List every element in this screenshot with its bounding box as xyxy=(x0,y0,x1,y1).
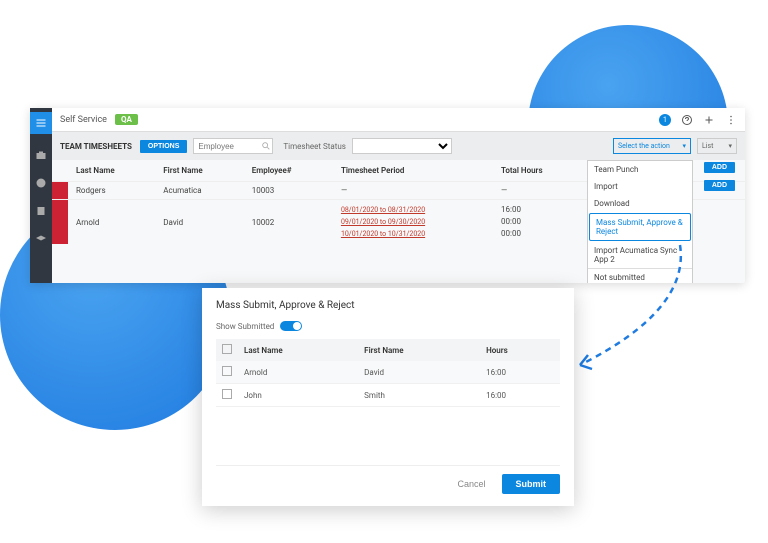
topbar: Self Service QA 1 xyxy=(52,108,745,132)
modal-title: Mass Submit, Approve & Reject xyxy=(216,300,560,311)
mcol-last[interactable]: Last Name xyxy=(238,339,358,361)
app-title: Self Service xyxy=(60,115,107,125)
add-button[interactable]: ADD xyxy=(704,162,735,173)
chevron-down-icon: ▾ xyxy=(728,142,732,150)
cancel-button[interactable]: Cancel xyxy=(449,474,493,494)
options-button[interactable]: OPTIONS xyxy=(140,140,188,153)
qa-badge: QA xyxy=(115,114,138,125)
period-link[interactable]: 09/01/2020 to 09/30/2020 xyxy=(341,216,485,228)
col-last-name[interactable]: Last Name xyxy=(68,160,155,182)
dd-mass-submit[interactable]: Mass Submit, Approve & Reject xyxy=(589,213,691,241)
list-view-select[interactable]: List ▾ xyxy=(697,138,737,154)
mass-submit-modal: Mass Submit, Approve & Reject Show Submi… xyxy=(202,288,574,506)
row-checkbox[interactable] xyxy=(222,389,232,399)
nav-icon-building[interactable] xyxy=(34,204,48,218)
modal-row[interactable]: John Smith 16:00 xyxy=(216,384,560,407)
modal-row[interactable]: Arnold David 16:00 xyxy=(216,361,560,384)
mcol-hours[interactable]: Hours xyxy=(480,339,560,361)
help-icon[interactable] xyxy=(681,114,693,126)
dd-not-submitted[interactable]: Not submitted xyxy=(588,268,692,283)
period-link[interactable]: 10/01/2020 to 10/31/2020 xyxy=(341,228,485,240)
col-first-name[interactable]: First Name xyxy=(155,160,243,182)
modal-table: Last Name First Name Hours Arnold David … xyxy=(216,339,560,407)
submit-button[interactable]: Submit xyxy=(502,474,561,494)
left-nav-rail xyxy=(30,108,52,283)
show-submitted-toggle[interactable] xyxy=(280,321,302,331)
more-icon[interactable] xyxy=(725,114,737,126)
chevron-down-icon: ▾ xyxy=(682,142,686,150)
menu-button[interactable] xyxy=(30,112,52,134)
col-total-hours[interactable]: Total Hours xyxy=(493,160,585,182)
action-select[interactable]: Select the action ▾ xyxy=(613,138,691,154)
col-employee-no[interactable]: Employee# xyxy=(244,160,333,182)
status-label: Timesheet Status xyxy=(283,142,345,151)
dd-import-acumatica[interactable]: Import Acumatica Sync App 2 xyxy=(588,242,692,268)
row-checkbox[interactable] xyxy=(222,366,232,376)
search-icon xyxy=(261,141,271,151)
section-title: TEAM TIMESHEETS xyxy=(60,142,132,151)
dd-import[interactable]: Import xyxy=(588,178,692,195)
nav-icon-briefcase[interactable] xyxy=(34,148,48,162)
mcol-first[interactable]: First Name xyxy=(358,339,480,361)
app-window: Self Service QA 1 TEAM TIMESHEETS OPTION… xyxy=(30,108,745,283)
filter-bar: TEAM TIMESHEETS OPTIONS Timesheet Status… xyxy=(52,132,745,160)
nav-icon-clock[interactable] xyxy=(34,176,48,190)
period-link[interactable]: 08/01/2020 to 08/31/2020 xyxy=(341,204,485,216)
add-button[interactable]: ADD xyxy=(704,180,735,191)
plus-icon[interactable] xyxy=(703,114,715,126)
select-all-checkbox[interactable] xyxy=(222,344,232,354)
dd-team-punch[interactable]: Team Punch xyxy=(588,161,692,178)
nav-icon-grad[interactable] xyxy=(34,232,48,246)
col-period[interactable]: Timesheet Period xyxy=(333,160,493,182)
show-submitted-label: Show Submitted xyxy=(216,322,274,331)
action-dropdown-panel: Team Punch Import Download Mass Submit, … xyxy=(587,160,693,283)
status-select[interactable] xyxy=(352,138,452,154)
dd-download[interactable]: Download xyxy=(588,195,692,212)
notification-badge[interactable]: 1 xyxy=(659,114,671,126)
